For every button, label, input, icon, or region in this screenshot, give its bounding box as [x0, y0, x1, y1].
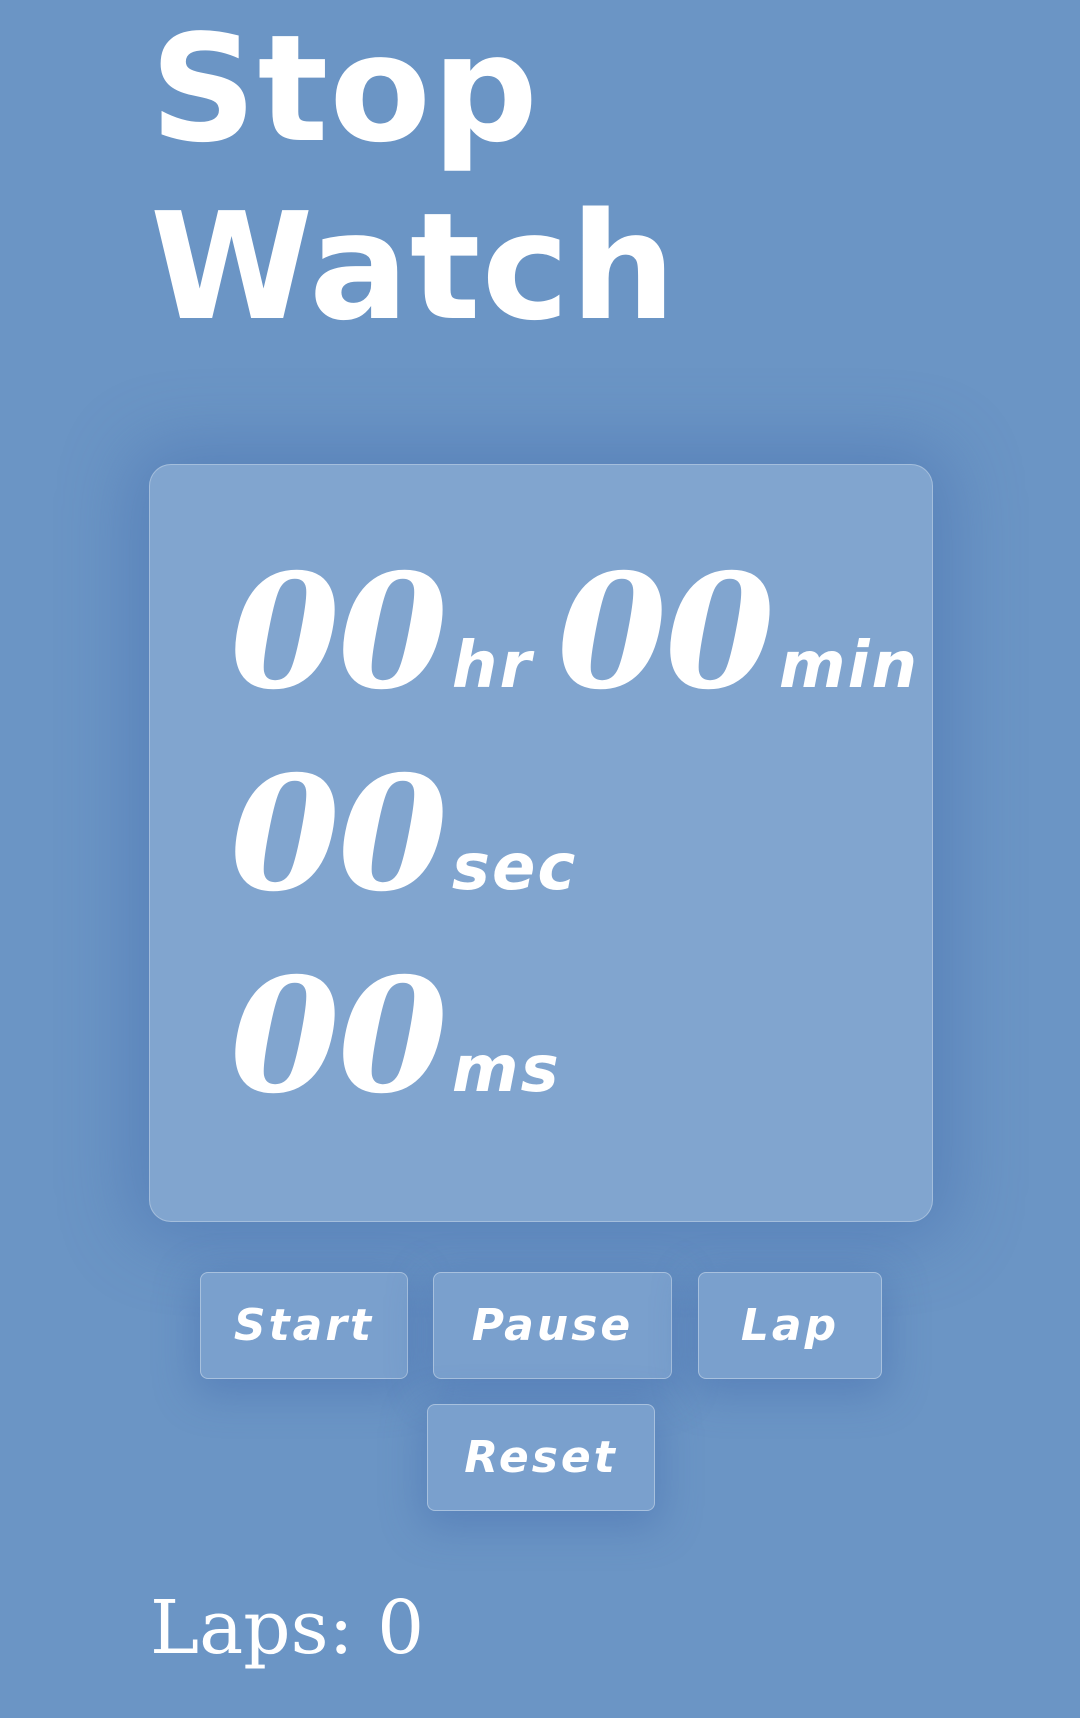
laps-count: 0: [377, 1585, 425, 1671]
laps-counter: Laps: 0: [150, 1586, 424, 1670]
clock-row-hours-minutes: 00 hr 00 min: [230, 553, 943, 713]
laps-label: Laps:: [150, 1585, 354, 1671]
title-line-2: Watch: [150, 181, 677, 353]
stopwatch-display: 00 hr 00 min 00 sec 00 ms: [149, 464, 933, 1222]
page-title: Stop Watch: [150, 0, 677, 356]
hours-value: 00: [230, 540, 448, 725]
minutes-unit: min: [778, 629, 920, 703]
start-button[interactable]: Start: [200, 1272, 408, 1379]
seconds-value: 00: [230, 742, 448, 927]
milliseconds-unit: ms: [451, 1033, 561, 1107]
milliseconds-value: 00: [230, 944, 448, 1129]
clock-row-seconds: 00 sec: [230, 755, 601, 915]
title-line-1: Stop: [150, 3, 539, 175]
minutes-value: 00: [557, 540, 775, 725]
clock-row-milliseconds: 00 ms: [230, 957, 585, 1117]
hours-unit: hr: [451, 629, 533, 703]
lap-button[interactable]: Lap: [698, 1272, 882, 1379]
pause-button[interactable]: Pause: [433, 1272, 672, 1379]
reset-button[interactable]: Reset: [427, 1404, 655, 1511]
seconds-unit: sec: [451, 831, 578, 905]
